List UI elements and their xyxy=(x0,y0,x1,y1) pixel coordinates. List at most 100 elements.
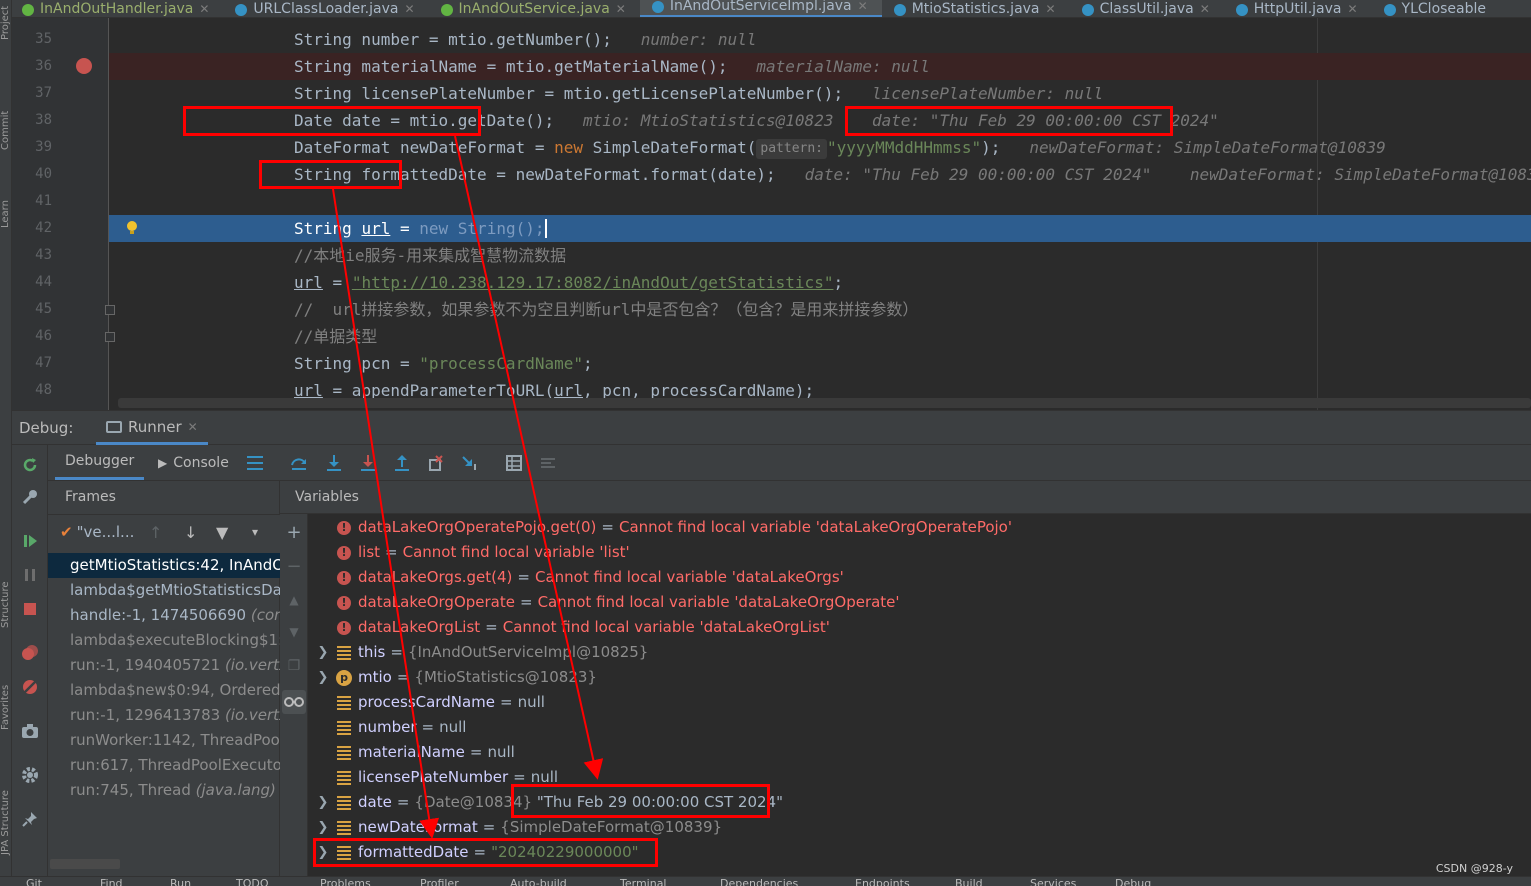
expand-chevron-icon[interactable]: ❯ xyxy=(310,815,336,840)
frame-item[interactable]: run:617, ThreadPoolExecutor xyxy=(48,753,280,778)
code-line-46[interactable]: //单据类型 xyxy=(109,323,1531,350)
tab-ylcloseable[interactable]: YLCloseable xyxy=(1372,0,1500,17)
frames-horizontal-scrollbar[interactable] xyxy=(50,859,120,869)
close-icon[interactable]: ✕ xyxy=(1046,2,1056,16)
step-into-icon[interactable] xyxy=(324,453,344,473)
frame-item[interactable]: run:-1, 1940405721 (io.vertx xyxy=(48,653,280,678)
favorites-tool-tab[interactable]: Favorites xyxy=(0,650,12,730)
tab-inandoutserviceimpl[interactable]: InAndOutServiceImpl.java ✕ xyxy=(639,0,882,17)
code-line-35[interactable]: String number = mtio.getNumber(); number… xyxy=(109,26,1531,53)
code-line-44[interactable]: url = "http://10.238.129.17:8082/inAndOu… xyxy=(109,269,1531,296)
move-down-icon[interactable]: ▼ xyxy=(284,622,304,642)
thread-selector[interactable]: ✔ "ve...l... xyxy=(60,523,134,541)
url-literal[interactable]: "http://10.238.129.17:8082/inAndOut/getS… xyxy=(352,273,834,292)
trace-stream-icon[interactable] xyxy=(538,453,558,473)
tab-mtiostatistics[interactable]: MtioStatistics.java ✕ xyxy=(882,0,1070,17)
layout-menu-icon[interactable] xyxy=(245,453,265,473)
gear-icon[interactable] xyxy=(20,765,40,785)
run-to-cursor-icon[interactable] xyxy=(460,453,480,473)
frame-item[interactable]: runWorker:1142, ThreadPool xyxy=(48,728,280,753)
step-over-icon[interactable] xyxy=(289,453,309,473)
variable-row[interactable]: ! list = Cannot find local variable 'list' xyxy=(310,540,630,565)
filter-icon[interactable]: ▼ xyxy=(216,523,228,542)
expand-chevron-icon[interactable]: ❯ xyxy=(310,665,336,690)
frame-item[interactable]: lambda$new$0:94, OrderedE xyxy=(48,678,280,703)
status-run[interactable]: Run xyxy=(170,877,191,886)
frame-item[interactable]: run:-1, 1296413783 (io.vertx xyxy=(48,703,280,728)
stop-icon[interactable] xyxy=(20,599,40,619)
code-line-39[interactable]: DateFormat newDateFormat = new SimpleDat… xyxy=(109,134,1531,161)
step-out-icon[interactable] xyxy=(392,453,412,473)
close-icon[interactable]: ✕ xyxy=(1200,2,1210,16)
status-terminal[interactable]: Terminal xyxy=(620,877,667,886)
variable-row[interactable]: ❯ this = {InAndOutServiceImpl@10825} xyxy=(310,640,649,665)
frame-item[interactable]: getMtioStatistics:42, InAndO xyxy=(48,553,280,578)
mute-breakpoints-icon[interactable] xyxy=(20,677,40,697)
rerun-icon[interactable] xyxy=(20,455,40,475)
code-line-37[interactable]: String licensePlateNumber = mtio.getLice… xyxy=(109,80,1531,107)
code-line-42-current[interactable]: String url = new String(); xyxy=(109,215,1531,242)
structure-tool-tab[interactable]: Structure xyxy=(0,548,12,628)
show-watches-glasses-icon[interactable] xyxy=(282,690,306,714)
runner-session-tab[interactable]: Runner ✕ xyxy=(96,411,208,445)
status-build[interactable]: Build xyxy=(955,877,983,886)
duplicate-watch-icon[interactable]: ❐ xyxy=(284,656,304,676)
variable-row[interactable]: ! dataLakeOrgs.get(4) = Cannot find local v… xyxy=(310,565,844,590)
status-debug[interactable]: Debug xyxy=(1115,877,1151,886)
expand-chevron-icon[interactable]: ❯ xyxy=(310,640,336,665)
close-icon[interactable]: ✕ xyxy=(858,0,868,13)
variable-row[interactable]: ! dataLakeOrgList = Cannot find local varia… xyxy=(310,615,830,640)
resume-icon[interactable] xyxy=(20,531,40,551)
lightbulb-icon[interactable] xyxy=(126,220,138,236)
project-tool-tab[interactable]: Project xyxy=(0,0,12,40)
variable-row[interactable]: ❯ newDateFormat = {SimpleDateFormat@10839} xyxy=(310,815,722,840)
pause-icon[interactable] xyxy=(20,565,40,585)
tab-inandouthandler[interactable]: InAndOutHandler.java ✕ xyxy=(12,0,223,17)
code-line-45[interactable]: // url拼接参数，如果参数不为空且判断url中是否包含？（包含？是用来拼接参… xyxy=(109,296,1531,323)
chevron-down-icon[interactable]: ▾ xyxy=(252,525,258,539)
code-line-47[interactable]: String pcn = "processCardName"; xyxy=(109,350,1531,377)
status-profiler[interactable]: Profiler xyxy=(420,877,459,886)
learn-tool-tab[interactable]: Learn xyxy=(0,178,12,228)
variable-row[interactable]: processCardName = null xyxy=(310,690,545,715)
variable-row[interactable]: ❯ p mtio = {MtioStatistics@10823} xyxy=(310,665,597,690)
arrow-up-icon[interactable]: ↑ xyxy=(149,523,162,542)
code-editor[interactable]: 35 36 37 38 39 40 41 42 43 44 45 46 47 4… xyxy=(12,18,1531,410)
close-icon[interactable]: ✕ xyxy=(188,420,198,434)
close-icon[interactable]: ✕ xyxy=(199,2,209,16)
status-services[interactable]: Services xyxy=(1030,877,1076,886)
evaluate-expression-icon[interactable] xyxy=(504,453,524,473)
code-line-43[interactable]: //本地ie服务-用来集成智慧物流数据 xyxy=(109,242,1531,269)
status-problems[interactable]: Problems xyxy=(320,877,371,886)
variable-row[interactable]: number = null xyxy=(310,715,466,740)
remove-watch-icon[interactable]: − xyxy=(284,556,304,577)
frame-item[interactable]: lambda$executeBlocking$1: xyxy=(48,628,280,653)
close-icon[interactable]: ✕ xyxy=(404,2,414,16)
status-find[interactable]: Find xyxy=(100,877,123,886)
editor-horizontal-scrollbar[interactable] xyxy=(118,398,1531,408)
drop-frame-icon[interactable] xyxy=(426,453,446,473)
tab-console[interactable]: ▶ Console xyxy=(148,445,239,480)
commit-tool-tab[interactable]: Commit xyxy=(0,80,12,150)
frame-item[interactable]: handle:-1, 1474506690 (com xyxy=(48,603,280,628)
close-icon[interactable]: ✕ xyxy=(1347,2,1357,16)
tab-httputil[interactable]: HttpUtil.java ✕ xyxy=(1224,0,1372,17)
tab-classutil[interactable]: ClassUtil.java ✕ xyxy=(1070,0,1224,17)
status-endpoints[interactable]: Endpoints xyxy=(855,877,910,886)
expand-chevron-icon[interactable]: ❯ xyxy=(310,790,336,815)
tab-debugger[interactable]: Debugger xyxy=(55,445,145,480)
variable-row[interactable]: ! dataLakeOrgOperatePojo.get(0) = Cannot fi… xyxy=(310,515,1012,540)
breakpoint-icon[interactable] xyxy=(76,58,92,74)
pin-icon[interactable] xyxy=(20,809,40,829)
frame-item[interactable]: run:745, Thread (java.lang) xyxy=(48,778,280,803)
close-icon[interactable]: ✕ xyxy=(616,2,626,16)
variable-row[interactable]: ! dataLakeOrgOperate = Cannot find local va… xyxy=(310,590,900,615)
settings-wrench-icon[interactable] xyxy=(20,487,40,507)
frame-item[interactable]: lambda$getMtioStatisticsDa xyxy=(48,578,280,603)
status-dependencies[interactable]: Dependencies xyxy=(720,877,798,886)
status-todo[interactable]: TODO xyxy=(236,877,269,886)
force-step-into-icon[interactable] xyxy=(358,453,378,473)
jpa-structure-tool-tab[interactable]: JPA Structure xyxy=(0,755,12,855)
tab-urlclassloader[interactable]: URLClassLoader.java ✕ xyxy=(223,0,428,17)
tab-inandoutservice[interactable]: InAndOutService.java ✕ xyxy=(429,0,640,17)
